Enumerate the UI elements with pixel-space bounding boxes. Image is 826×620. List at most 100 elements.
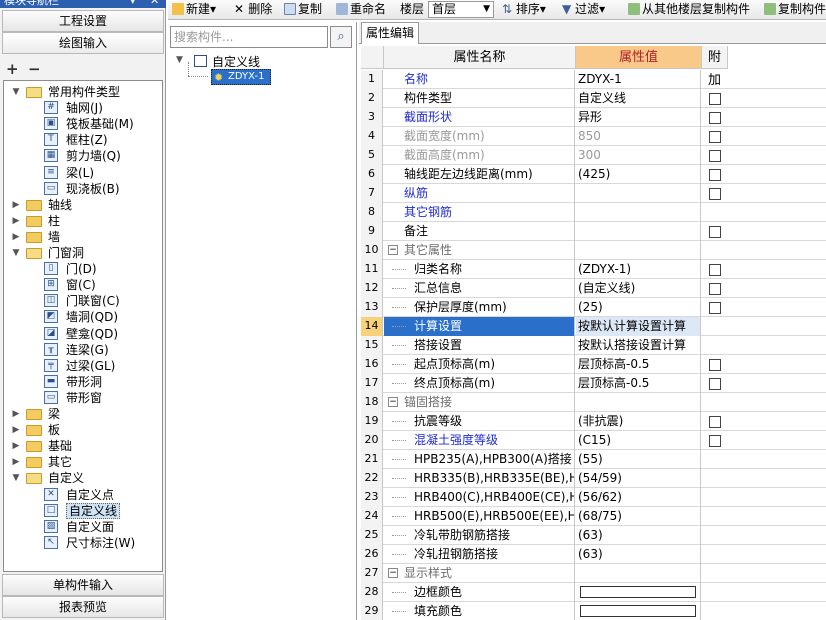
tree-item[interactable]: ◫ 门联窗(C) [4,293,162,309]
search-icon[interactable]: ⌕ [330,26,352,48]
expand-all-icon[interactable]: + [6,60,19,78]
property-value[interactable]: (54/59) [576,469,701,488]
project-settings-button[interactable]: 工程设置 [2,10,164,32]
property-value[interactable] [576,393,701,412]
tree-folder[interactable]: ▶ 梁 [4,406,162,422]
collapse-all-icon[interactable]: − [28,60,41,78]
rename-button[interactable]: 重命名 [336,0,386,20]
tree-item[interactable]: ⊞ 窗(C) [4,277,162,293]
property-value[interactable]: (56/62) [576,488,701,507]
property-row[interactable]: 27− 显示样式 [361,564,826,583]
property-row[interactable]: 11 归类名称 (ZDYX-1) [361,260,826,279]
color-swatch[interactable] [580,586,696,598]
property-row[interactable]: 10− 其它属性 [361,241,826,260]
extra-checkbox[interactable] [709,264,721,276]
property-value[interactable]: (ZDYX-1) [576,260,701,279]
group-collapse-icon[interactable]: − [388,568,398,578]
property-value[interactable]: 按默认搭接设置计算 [576,336,701,355]
property-value[interactable]: (63) [576,526,701,545]
property-value[interactable]: (C15) [576,431,701,450]
tree-folder[interactable]: ▶ 其它 [4,454,162,470]
tree-item[interactable]: ▦ 剪力墙(Q) [4,148,162,164]
group-collapse-icon[interactable]: − [388,397,398,407]
tree-item[interactable]: ↖ 尺寸标注(W) [4,535,162,551]
extra-checkbox[interactable] [709,283,721,295]
property-value[interactable] [576,602,701,620]
property-value[interactable]: (自定义线) [576,279,701,298]
property-row[interactable]: 29 填充颜色 [361,602,826,620]
property-row[interactable]: 24 HRB500(E),HRB500E(EE),HRBF (68/75) [361,507,826,526]
extra-checkbox[interactable] [709,188,721,200]
filter-button[interactable]: ▼ 过滤▾ [562,0,605,20]
tree-item[interactable]: T 框柱(Z) [4,132,162,148]
property-value[interactable] [576,583,701,602]
property-value[interactable]: (55) [576,450,701,469]
extra-checkbox[interactable] [709,435,721,447]
tree-item[interactable]: ▨ 自定义面 [4,519,162,535]
property-row[interactable]: 6 轴线距左边线距离(mm) (425) [361,165,826,184]
property-row[interactable]: 21 HPB235(A),HPB300(A)搭接 (55) [361,450,826,469]
property-row[interactable]: 25 冷轧带肋钢筋搭接 (63) [361,526,826,545]
chevron-right-icon[interactable]: ▶ [10,197,22,213]
tree-folder[interactable]: ▶ 轴线 [4,197,162,213]
tree-item[interactable]: ◩ 墙洞(QD) [4,309,162,325]
property-value[interactable]: ZDYX-1 [576,70,701,89]
extra-checkbox[interactable] [709,416,721,428]
tree-folder[interactable]: ▶ 墙 [4,229,162,245]
copy-from-floor-button[interactable]: 从其他楼层复制构件 [628,0,750,20]
extra-checkbox[interactable] [709,302,721,314]
tree-folder[interactable]: ▶ 柱 [4,213,162,229]
single-component-input-button[interactable]: 单构件输入 [2,574,164,596]
tree-folder[interactable]: ▼ 门窗洞 [4,245,162,261]
property-value[interactable]: (68/75) [576,507,701,526]
property-row[interactable]: 7 纵筋 [361,184,826,203]
property-value[interactable]: (非抗震) [576,412,701,431]
property-value[interactable] [576,203,701,222]
property-row[interactable]: 15 搭接设置 按默认搭接设置计算 [361,336,826,355]
property-value[interactable]: 异形 [576,108,701,127]
report-preview-button[interactable]: 报表预览 [2,596,164,618]
property-row[interactable]: 23 HRB400(C),HRB400E(CE),HRBF (56/62) [361,488,826,507]
property-row[interactable]: 12 汇总信息 (自定义线) [361,279,826,298]
chevron-down-icon[interactable]: ▼ [10,470,22,486]
property-value[interactable] [576,184,701,203]
chevron-down-icon[interactable]: ▼ [10,84,22,100]
property-row[interactable]: 17 终点顶标高(m) 层顶标高-0.5 [361,374,826,393]
property-row[interactable]: 5 截面高度(mm) 300 [361,146,826,165]
chevron-right-icon[interactable]: ▶ [10,229,22,245]
property-value[interactable] [576,241,701,260]
tree-item[interactable]: ✕ 自定义点 [4,487,162,503]
close-icon[interactable]: ✕ [150,0,159,8]
tree-item[interactable]: ▬ 带形洞 [4,374,162,390]
pin-icon[interactable]: ▾ [130,0,136,8]
property-row[interactable]: 4 截面宽度(mm) 850 [361,127,826,146]
extra-checkbox[interactable] [709,359,721,371]
tree-folder[interactable]: ▼ 自定义 [4,470,162,486]
tree-item[interactable]: ╥ 连梁(G) [4,342,162,358]
property-row[interactable]: 3 截面形状 异形 [361,108,826,127]
property-row[interactable]: 9 备注 [361,222,826,241]
new-button[interactable]: 新建▾ [172,0,216,20]
property-row[interactable]: 20 混凝土强度等级 (C15) [361,431,826,450]
property-value[interactable]: (25) [576,298,701,317]
tree-item[interactable]: ▣ 筏板基础(M) [4,116,162,132]
property-row[interactable]: 2 构件类型 自定义线 [361,89,826,108]
chevron-right-icon[interactable]: ▶ [10,438,22,454]
tree-item[interactable]: □ 自定义线 [4,502,162,519]
tree-folder[interactable]: ▶ 板 [4,422,162,438]
chevron-down-icon[interactable]: ▼ [10,245,22,261]
tree-folder[interactable]: ▼ 常用构件类型 [4,84,162,100]
property-value[interactable]: 按默认计算设置计算 [576,317,701,336]
color-swatch[interactable] [580,605,696,617]
property-value[interactable]: 850 [576,127,701,146]
extra-checkbox[interactable] [709,93,721,105]
property-row[interactable]: 1 名称 ZDYX-1 [361,70,826,89]
floor-select[interactable]: 首层 ▼ [428,1,494,18]
property-row[interactable]: 26 冷轧扭钢筋搭接 (63) [361,545,826,564]
extra-checkbox[interactable] [709,150,721,162]
property-row[interactable]: 18− 锚固搭接 [361,393,826,412]
search-input[interactable]: 搜索构件... [170,26,328,48]
tree-item[interactable]: ▭ 现浇板(B) [4,181,162,197]
chevron-right-icon[interactable]: ▶ [10,422,22,438]
property-row[interactable]: 16 起点顶标高(m) 层顶标高-0.5 [361,355,826,374]
